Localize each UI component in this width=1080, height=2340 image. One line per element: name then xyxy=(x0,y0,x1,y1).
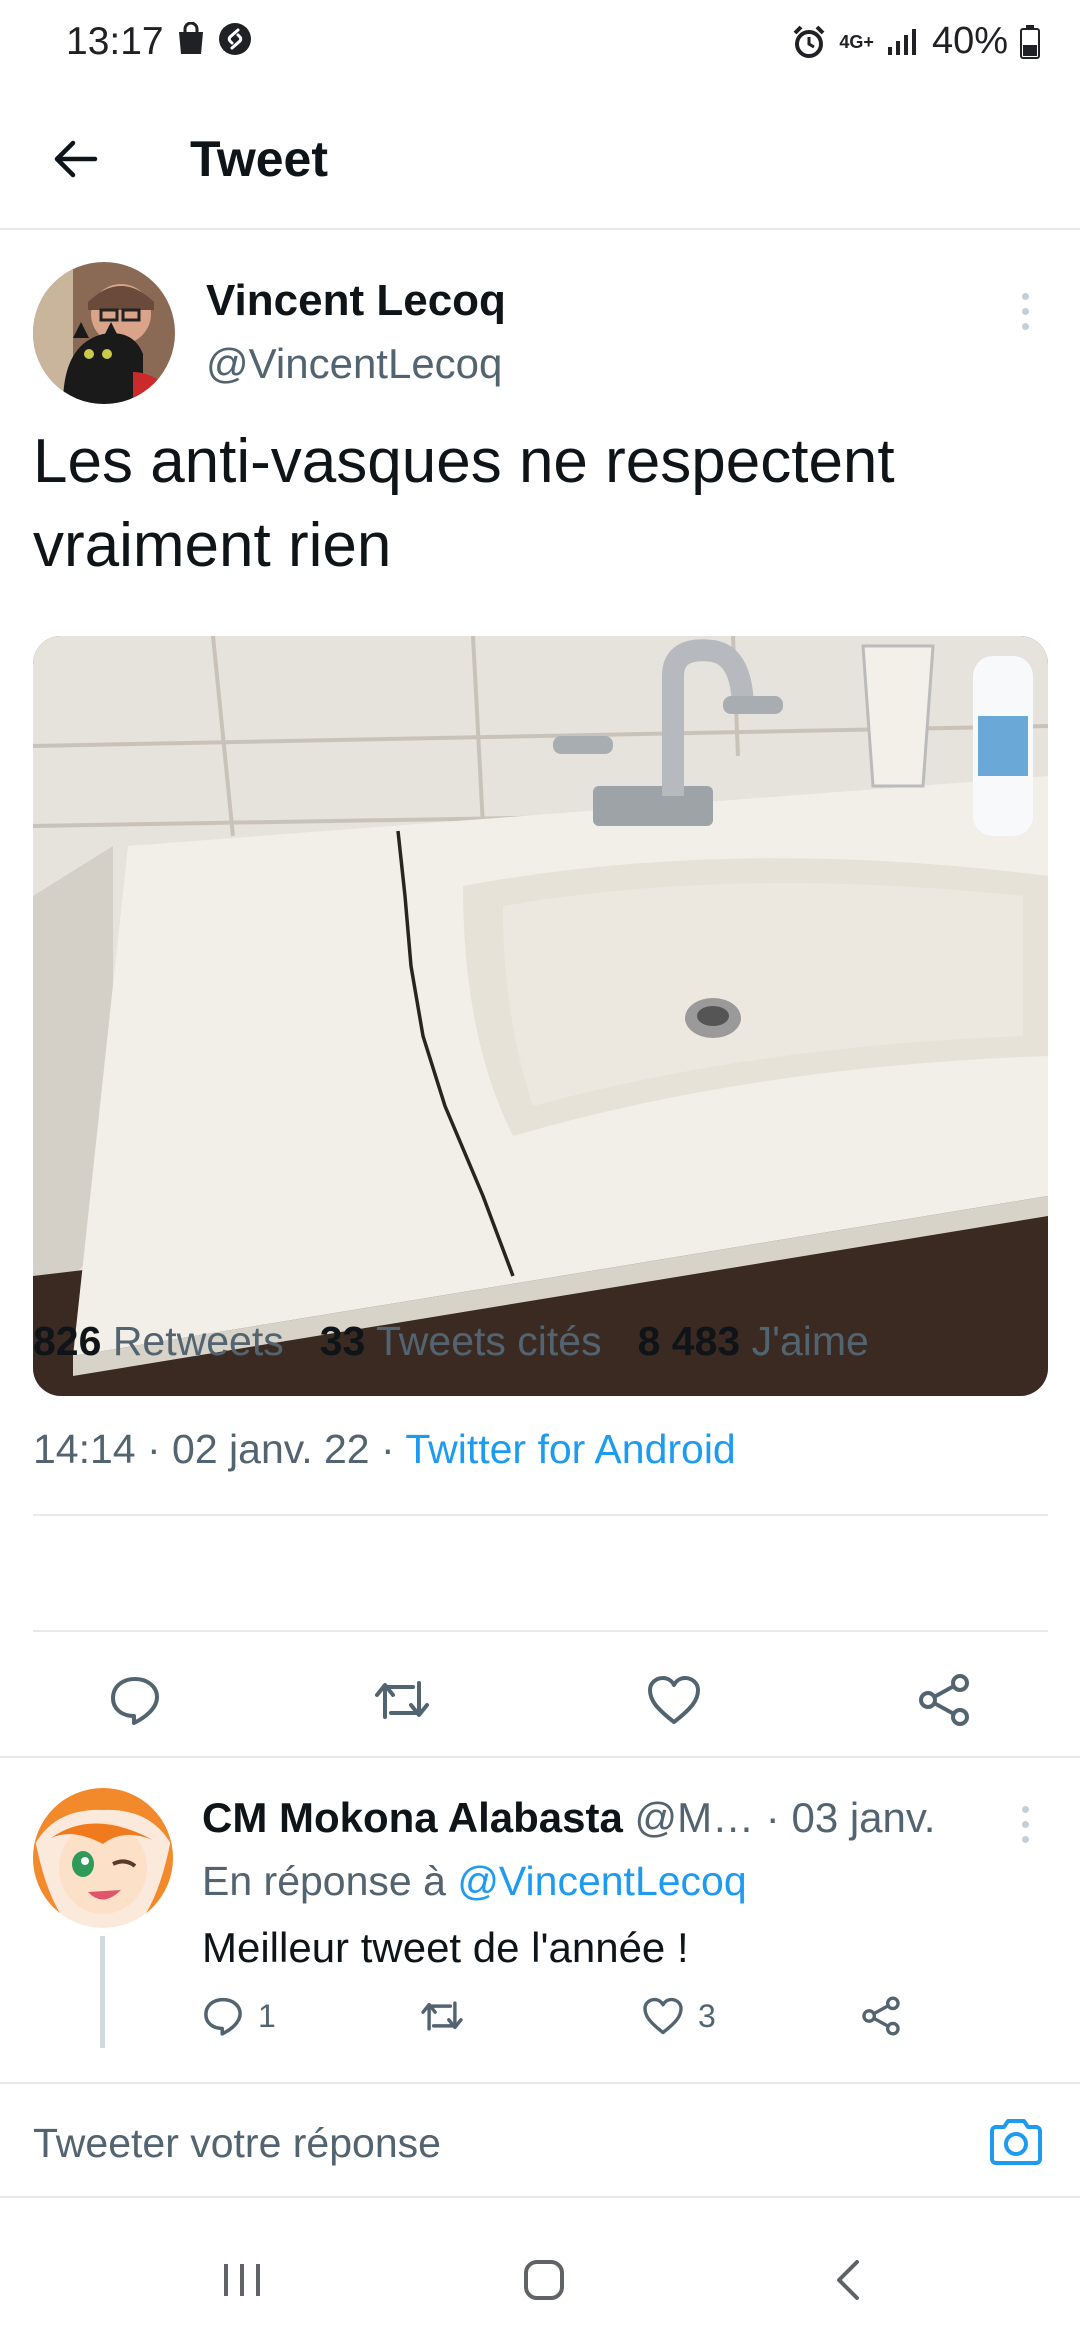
author-handle[interactable]: @VincentLecoq xyxy=(206,340,502,388)
tweet-image[interactable] xyxy=(33,636,1048,1396)
status-right: 4G+ 40% xyxy=(791,20,1040,63)
reply-icon xyxy=(204,1997,242,2036)
app-header: Tweet xyxy=(0,84,1080,230)
system-navigation-bar xyxy=(0,2200,1080,2340)
reply-author-handle[interactable]: @M… xyxy=(635,1794,755,1841)
author-name[interactable]: Vincent Lecoq xyxy=(206,276,506,326)
home-button[interactable] xyxy=(504,2240,584,2320)
like-count: 3 xyxy=(698,1997,716,2034)
arrow-left-icon xyxy=(54,140,98,178)
page-title: Tweet xyxy=(190,131,328,187)
retweet-button[interactable] xyxy=(372,1670,432,1730)
reply-input[interactable]: Tweeter votre réponse xyxy=(33,2120,441,2167)
like-icon xyxy=(648,1676,700,1724)
share-button[interactable] xyxy=(914,1670,974,1730)
shopping-bag-icon xyxy=(179,22,203,54)
retweet-icon xyxy=(421,2001,463,2031)
shazam-icon xyxy=(219,23,251,55)
tweet-source-link[interactable]: Twitter for Android xyxy=(405,1426,735,1472)
reply-context: En réponse à @VincentLecoq xyxy=(202,1858,747,1904)
camera-button[interactable] xyxy=(986,2112,1046,2172)
home-icon xyxy=(524,2260,564,2300)
signal-icon xyxy=(887,28,916,55)
thread-line xyxy=(100,1936,105,2048)
more-icon xyxy=(1021,292,1029,300)
reply-tweet[interactable]: CM Mokona Alabasta @M… · 03 janv. En rép… xyxy=(0,1758,1080,2058)
like-icon xyxy=(643,1997,683,2035)
reply-count: 1 xyxy=(258,1997,276,2034)
like-button[interactable] xyxy=(644,1670,704,1730)
reply-header: CM Mokona Alabasta @M… · 03 janv. xyxy=(202,1794,936,1841)
reply-composer: Tweeter votre réponse xyxy=(0,2082,1080,2198)
reply-share-button[interactable] xyxy=(860,1986,902,2046)
status-bar: 13:17 4G+ 40% xyxy=(0,0,1080,84)
divider xyxy=(33,1514,1048,1516)
reply-reply-button[interactable]: 1 xyxy=(202,1986,276,2046)
share-icon xyxy=(862,1996,900,2036)
tweet-time: 14:14 xyxy=(33,1426,136,1472)
status-notification-icons xyxy=(176,22,252,56)
divider xyxy=(33,1630,1048,1632)
tweet-text: Les anti-vasques ne respectent vraiment … xyxy=(33,427,895,580)
more-icon xyxy=(1021,1805,1029,1813)
reply-text: Meilleur tweet de l'année ! xyxy=(202,1924,689,1971)
alarm-icon xyxy=(793,25,825,58)
back-icon xyxy=(837,2260,859,2300)
tweet-stats: 826 Retweets 33 Tweets cités 8 483 J'aim… xyxy=(33,1318,869,1365)
reply-like-button[interactable]: 3 xyxy=(642,1986,716,2046)
quotes-stat[interactable]: 33 Tweets cités xyxy=(320,1318,602,1365)
tweet-date: 02 janv. 22 xyxy=(172,1426,370,1472)
reply-author-name[interactable]: CM Mokona Alabasta xyxy=(202,1794,623,1841)
network-type: 4G+ xyxy=(839,31,874,52)
status-time: 13:17 xyxy=(66,20,164,63)
battery-percent: 40% xyxy=(931,20,1008,62)
reply-avatar[interactable] xyxy=(33,1788,173,1928)
reply-icon xyxy=(111,1677,159,1725)
more-options-button[interactable] xyxy=(1010,276,1040,346)
battery-icon xyxy=(1020,24,1040,59)
share-icon xyxy=(919,1674,969,1726)
system-back-button[interactable] xyxy=(808,2240,888,2320)
back-button[interactable] xyxy=(40,124,110,194)
reply-retweet-button[interactable] xyxy=(420,1986,464,2046)
recent-apps-icon xyxy=(224,2264,260,2296)
reply-date[interactable]: 03 janv. xyxy=(791,1794,935,1841)
likes-stat[interactable]: 8 483 J'aime xyxy=(638,1318,869,1365)
reply-mention-link[interactable]: @VincentLecoq xyxy=(457,1858,746,1904)
reply-actions: 1 3 xyxy=(202,1986,1022,2046)
tweet-timestamp: 14:14 · 02 janv. 22 · Twitter for Androi… xyxy=(33,1426,736,1472)
reply-button[interactable] xyxy=(105,1670,165,1730)
tweet-actions xyxy=(0,1648,1080,1748)
retweet-icon xyxy=(375,1681,429,1719)
retweets-stat[interactable]: 826 Retweets xyxy=(33,1318,284,1365)
recent-apps-button[interactable] xyxy=(202,2240,282,2320)
reply-more-button[interactable] xyxy=(1010,1794,1040,1854)
avatar[interactable] xyxy=(33,262,175,404)
camera-icon xyxy=(990,2119,1042,2165)
